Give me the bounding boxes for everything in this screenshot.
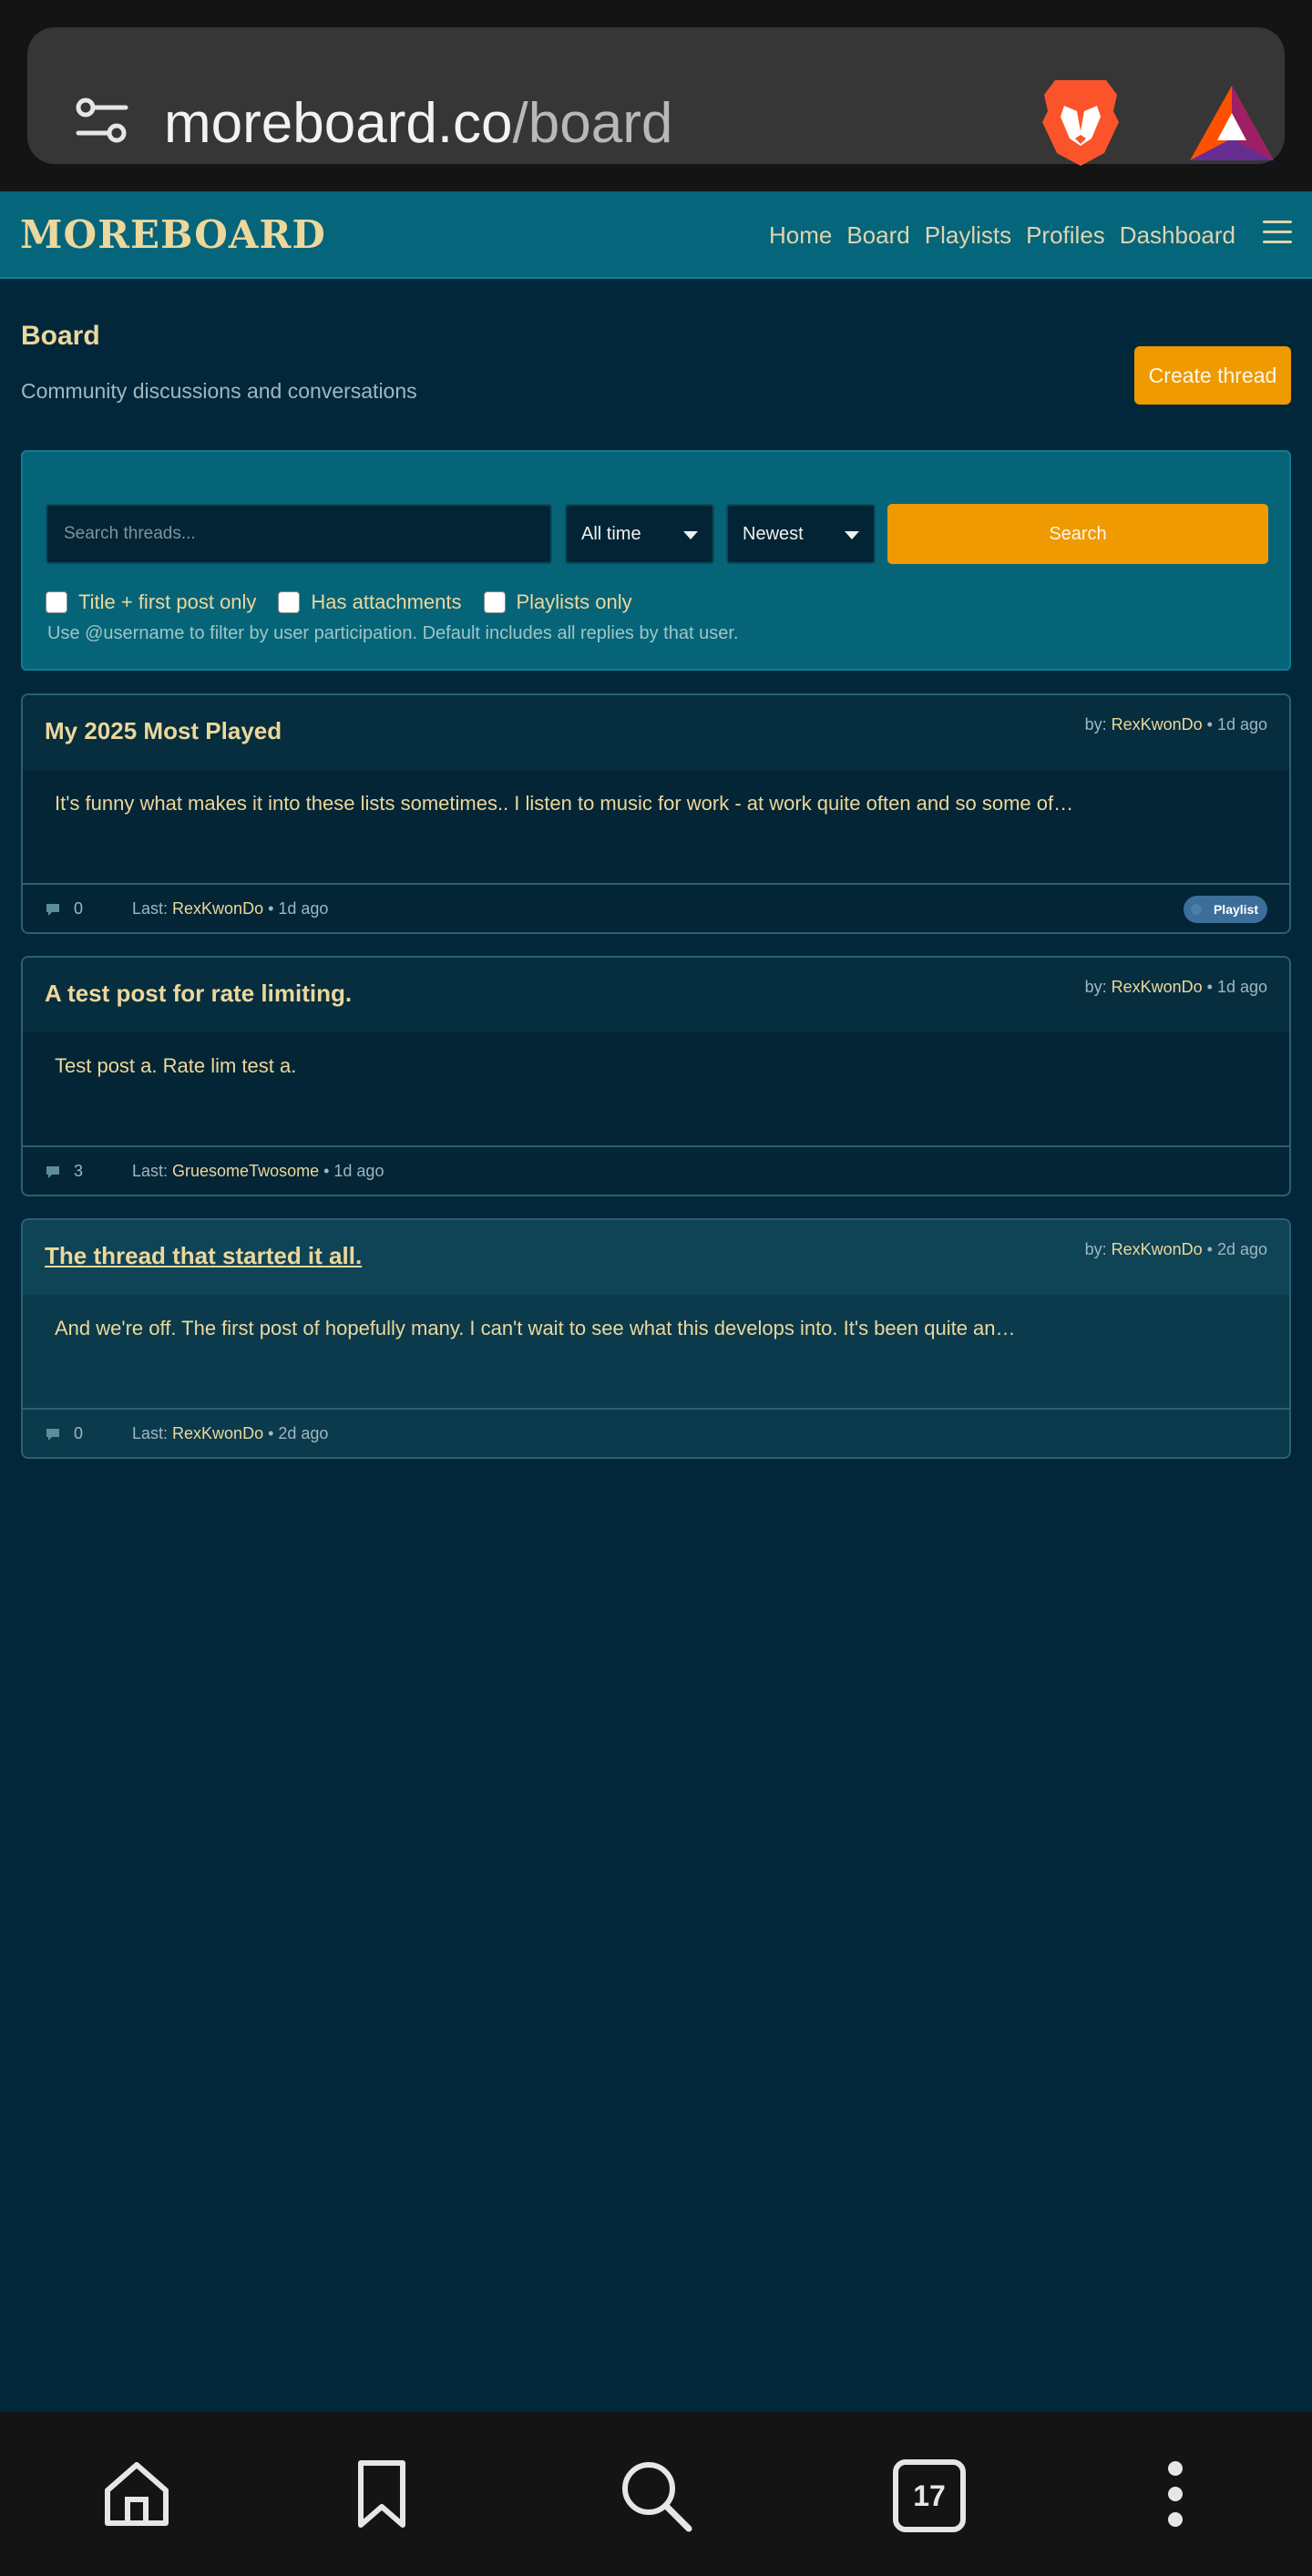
by-prefix: by: [1084,1240,1112,1258]
last-reply-user[interactable]: GruesomeTwosome [172,1162,319,1180]
playlists-only-option[interactable]: Playlists only [483,590,632,614]
more-icon[interactable] [1163,2459,1188,2529]
thread-header: The thread that started it all. by: RexK… [23,1220,1289,1295]
time-filter-select[interactable]: All time [565,504,714,564]
search-button[interactable]: Search [887,504,1268,564]
thread-age: • 1d ago [1202,715,1267,734]
hamburger-icon[interactable] [1263,221,1292,246]
last-prefix: Last: [132,899,173,918]
reply-count: 0 [74,899,84,918]
search-input[interactable] [46,504,552,564]
search-icon[interactable] [620,2459,692,2532]
nav-board[interactable]: Board [846,221,909,250]
thread-footer: 0 Last: RexKwonDo • 2d ago [23,1408,1289,1457]
sort-select[interactable]: Newest [726,504,876,564]
url-domain: moreboard.co [164,92,513,155]
checkbox-label: Playlists only [516,590,632,613]
last-reply-user[interactable]: RexKwonDo [172,1424,263,1442]
comment-bubble-icon [46,1166,59,1178]
browser-toolbar: moreboard.co/board [0,0,1312,191]
thread-excerpt: Test post a. Rate lim test a. [55,1054,297,1077]
bat-triangle-icon[interactable] [1190,86,1274,160]
author-link[interactable]: RexKwonDo [1112,715,1203,734]
page-subtitle: Community discussions and conversations [21,379,417,403]
thread-author-meta: by: RexKwonDo • 2d ago [1085,1240,1267,1259]
author-link[interactable]: RexKwonDo [1112,978,1203,996]
filter-checkboxes: Title + first post only Has attachments … [46,589,654,616]
by-prefix: by: [1084,978,1112,996]
site-logo[interactable]: MOREBOARD [20,210,326,261]
url-path: /board [512,92,673,155]
reply-count: 3 [74,1162,84,1180]
last-prefix: Last: [132,1424,173,1442]
thread-footer: 0 Last: RexKwonDo • 1d ago Playlist [23,883,1289,932]
address-bar[interactable]: moreboard.co/board [27,27,1285,166]
last-reply-age: • 1d ago [319,1162,384,1180]
brave-lion-icon[interactable] [1037,75,1124,169]
site-nav: MOREBOARD Home Board Playlists Profiles … [0,191,1312,279]
chevron-down-icon [845,531,859,539]
title-first-post-option[interactable]: Title + first post only [46,590,256,614]
comment-bubble-icon [46,904,59,916]
home-icon[interactable] [102,2459,171,2529]
tab-count: 17 [913,2479,946,2512]
url-text[interactable]: moreboard.co/board [164,89,672,159]
last-reply-info: Last: GruesomeTwosome • 1d ago [132,1162,384,1181]
thread-excerpt: It's funny what makes it into these list… [55,792,1074,815]
filter-hint: Use @username to filter by user particip… [47,623,739,643]
filter-panel: All time Newest Search Title + first pos… [21,450,1291,671]
last-reply-age: • 1d ago [263,899,329,918]
thread-footer: 3 Last: GruesomeTwosome • 1d ago [23,1145,1289,1195]
last-prefix: Last: [132,1162,173,1180]
title-first-post-checkbox[interactable] [46,591,67,613]
last-reply-info: Last: RexKwonDo • 1d ago [132,899,328,919]
thread-age: • 1d ago [1202,978,1267,996]
nav-home[interactable]: Home [769,221,832,250]
nav-playlists[interactable]: Playlists [925,221,1011,250]
tabs-icon[interactable]: 17 [893,2459,966,2532]
thread-age: • 2d ago [1202,1240,1267,1258]
last-reply-age: • 2d ago [263,1424,329,1442]
by-prefix: by: [1084,715,1112,734]
browser-bottom-bar: 17 [0,2412,1312,2576]
tune-icon[interactable] [75,93,131,149]
thread-body: Test post a. Rate lim test a. [23,1032,1289,1145]
thread-author-meta: by: RexKwonDo • 1d ago [1085,715,1267,734]
thread-title[interactable]: A test post for rate limiting. [45,980,352,1008]
thread-card[interactable]: A test post for rate limiting. by: RexKw… [21,956,1291,1196]
comment-bubble-icon [46,1429,59,1441]
thread-title[interactable]: The thread that started it all. [45,1242,362,1270]
time-filter-value: All time [581,523,641,544]
checkbox-label: Has attachments [311,590,462,613]
sort-value: Newest [743,523,804,544]
thread-excerpt: And we're off. The first post of hopeful… [55,1317,1016,1339]
nav-links: Home Board Playlists Profiles Dashboard [769,191,1235,279]
reply-count: 0 [74,1424,84,1442]
playlists-only-checkbox[interactable] [483,591,506,613]
thread-author-meta: by: RexKwonDo • 1d ago [1085,978,1267,997]
thread-body: And we're off. The first post of hopeful… [23,1295,1289,1408]
last-reply-info: Last: RexKwonDo • 2d ago [132,1424,328,1443]
playlist-tag: Playlist [1184,896,1267,923]
checkbox-label: Title + first post only [78,590,257,613]
bookmark-icon[interactable] [357,2459,406,2529]
nav-profiles[interactable]: Profiles [1026,221,1105,250]
thread-card[interactable]: The thread that started it all. by: RexK… [21,1218,1291,1459]
chevron-down-icon [683,531,698,539]
create-thread-button[interactable]: Create thread [1134,346,1291,405]
thread-header: A test post for rate limiting. by: RexKw… [23,958,1289,1032]
author-link[interactable]: RexKwonDo [1112,1240,1203,1258]
thread-header: My 2025 Most Played by: RexKwonDo • 1d a… [23,695,1289,770]
page-title: Board [21,321,100,351]
last-reply-user[interactable]: RexKwonDo [172,899,263,918]
nav-dashboard[interactable]: Dashboard [1120,221,1235,250]
thread-card[interactable]: My 2025 Most Played by: RexKwonDo • 1d a… [21,693,1291,934]
has-attachments-option[interactable]: Has attachments [278,590,462,614]
thread-title[interactable]: My 2025 Most Played [45,717,282,745]
thread-body: It's funny what makes it into these list… [23,770,1289,883]
has-attachments-checkbox[interactable] [278,591,301,613]
